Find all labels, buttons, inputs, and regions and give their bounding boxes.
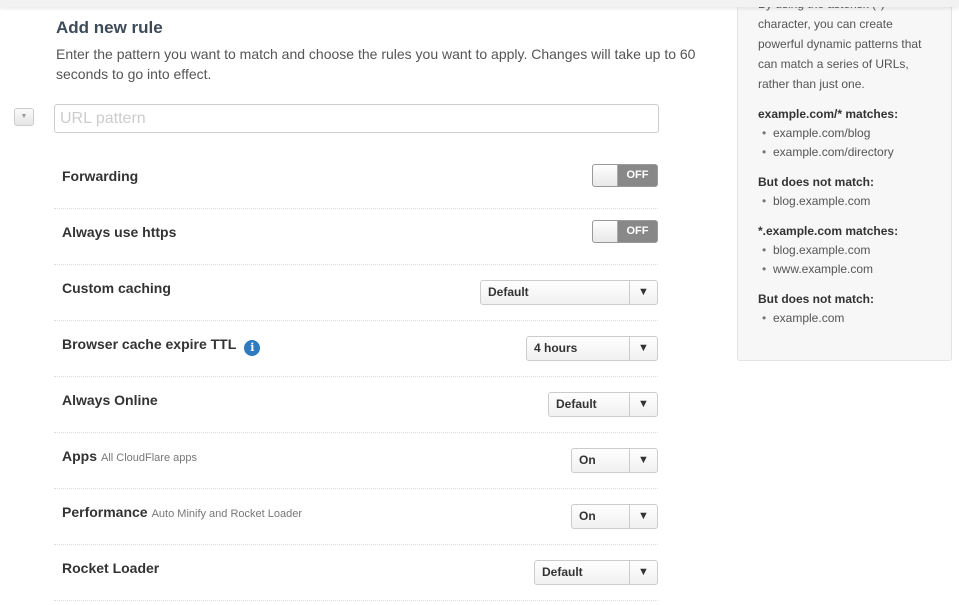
select-value: 4 hours	[534, 341, 578, 355]
triangle-down-icon: ▼	[20, 113, 28, 120]
rule-select[interactable]: On ▼	[571, 504, 658, 529]
help-example-item: blog.example.com	[758, 192, 931, 211]
select-value: Default	[542, 565, 583, 579]
rule-row: Always use https OFF	[54, 209, 658, 265]
rule-select[interactable]: Default ▼	[548, 392, 658, 417]
rule-select[interactable]: On ▼	[571, 448, 658, 473]
rule-row: Forwarding OFF	[54, 153, 658, 209]
info-icon[interactable]: i	[244, 340, 261, 356]
rule-select[interactable]: Default ▼	[480, 280, 658, 305]
chevron-down-icon: ▼	[629, 393, 657, 416]
help-section-heading: But does not match:	[758, 292, 874, 306]
help-section-heading: *.example.com matches:	[758, 224, 899, 238]
help-sidebar: By using the asterisk (*) character, you…	[737, 0, 952, 361]
rule-label: Performance Auto Minify and Rocket Loader	[62, 504, 303, 520]
help-intro: By using the asterisk (*) character, you…	[758, 0, 922, 91]
help-example-list: example.com	[758, 309, 931, 328]
help-example-item: example.com	[758, 309, 931, 328]
page-title: Add new rule	[56, 18, 163, 37]
select-value: Default	[488, 285, 529, 299]
toggle-state: OFF	[626, 169, 649, 181]
rule-row: Apps All CloudFlare apps On ▼	[54, 433, 658, 489]
select-value: On	[579, 453, 596, 467]
rule-row: Browser cache expire TTL i 4 hours ▼	[54, 321, 658, 377]
rule-row: Custom caching Default ▼	[54, 265, 658, 321]
form-description: Enter the pattern you want to match and …	[56, 46, 696, 82]
collapse-button[interactable]: ▼	[14, 108, 34, 126]
select-value: Default	[556, 397, 597, 411]
toggle-state: OFF	[626, 225, 649, 237]
rule-toggle[interactable]: OFF	[592, 164, 658, 187]
rule-select[interactable]: 4 hours ▼	[526, 336, 658, 361]
top-bar	[0, 0, 959, 7]
toggle-knob[interactable]	[593, 221, 618, 242]
rule-sublabel: All CloudFlare apps	[101, 452, 197, 464]
rule-label: Browser cache expire TTL i	[62, 336, 261, 356]
rule-label: Rocket Loader	[62, 560, 160, 576]
chevron-down-icon: ▼	[629, 449, 657, 472]
rule-select[interactable]: Default ▼	[534, 560, 658, 585]
help-example-item: example.com/directory	[758, 143, 931, 162]
rule-row: Rocket Loader Default ▼	[54, 545, 658, 601]
url-pattern-input[interactable]	[54, 104, 659, 133]
toggle-knob[interactable]	[593, 165, 618, 186]
rule-label: Always use https	[62, 224, 177, 240]
rule-sublabel: Auto Minify and Rocket Loader	[151, 508, 303, 520]
help-example-item: example.com/blog	[758, 124, 931, 143]
chevron-down-icon: ▼	[629, 281, 657, 304]
rule-label: Always Online	[62, 392, 158, 408]
chevron-down-icon: ▼	[629, 337, 657, 360]
help-example-list: blog.example.com	[758, 192, 931, 211]
help-section-heading: example.com/* matches:	[758, 107, 899, 121]
rule-label: Forwarding	[62, 168, 139, 184]
help-example-list: blog.example.comwww.example.com	[758, 241, 931, 279]
chevron-down-icon: ▼	[629, 505, 657, 528]
rule-toggle[interactable]: OFF	[592, 220, 658, 243]
chevron-down-icon: ▼	[629, 561, 657, 584]
rule-label: Apps All CloudFlare apps	[62, 448, 197, 464]
help-section-heading: But does not match:	[758, 175, 874, 189]
rule-row: Performance Auto Minify and Rocket Loader…	[54, 489, 658, 545]
rule-label: Custom caching	[62, 280, 171, 296]
rule-row: Always Online Default ▼	[54, 377, 658, 433]
help-example-item: blog.example.com	[758, 241, 931, 260]
help-example-item: www.example.com	[758, 260, 931, 279]
select-value: On	[579, 509, 596, 523]
help-example-list: example.com/blogexample.com/directory	[758, 124, 931, 162]
